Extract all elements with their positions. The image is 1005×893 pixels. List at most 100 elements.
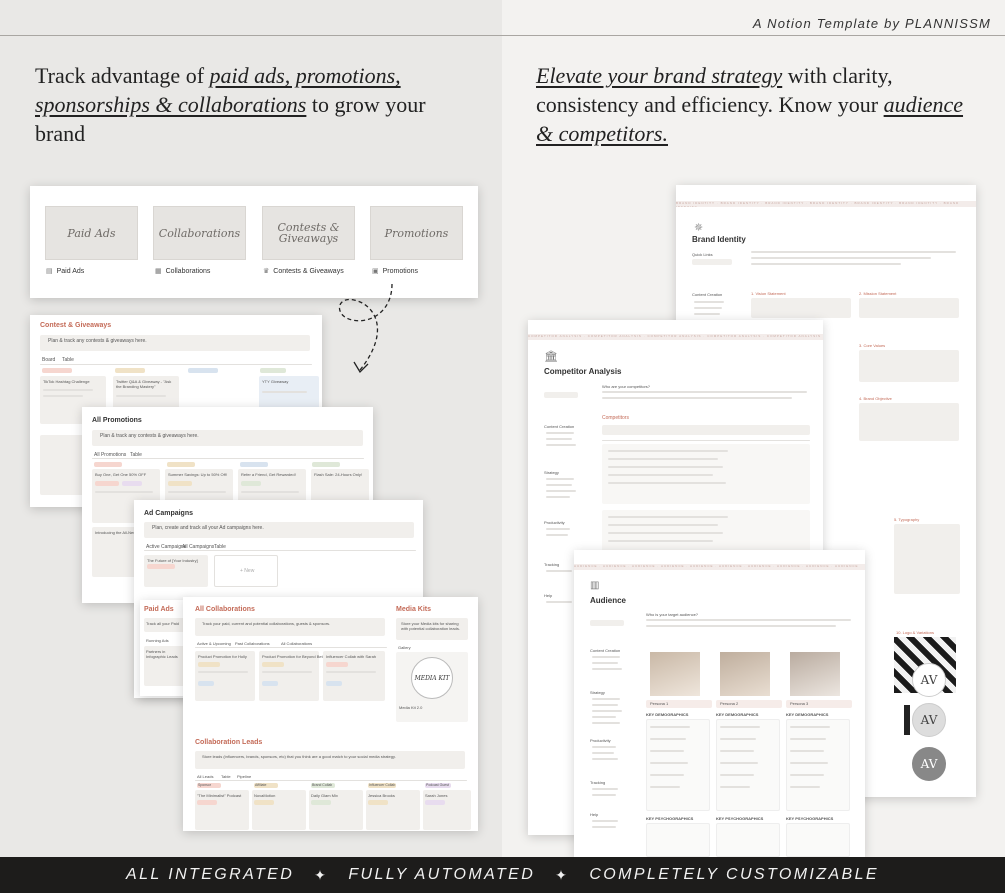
tab-running-ads[interactable]: Running Ads (146, 638, 169, 643)
sidebar-content-creation[interactable]: Content Creation (590, 648, 620, 653)
key-demographics-label: KEY DEMOGRAPHICS (786, 712, 829, 717)
top-divider (0, 35, 1005, 36)
promotion-item-title: Introducing the All-New (95, 530, 137, 535)
media-kit-name: Media Kit 2.0 (399, 705, 423, 710)
tile-contests[interactable]: Contests & Giveaways (262, 206, 355, 260)
persona-photo (720, 652, 770, 696)
tile-label-text: Collaborations (165, 267, 211, 275)
feature-all-integrated: ALL INTEGRATED (126, 866, 295, 883)
promotions-callout: Plan & track any contests & giveaways he… (100, 433, 199, 439)
persona-1-label[interactable]: Persona 1 (650, 701, 668, 706)
collab-item-title: Product Promotion for Holly (198, 654, 247, 659)
key-demographics-label: KEY DEMOGRAPHICS (646, 712, 689, 717)
feature-completely-customizable: COMPLETELY CUSTOMIZABLE (589, 866, 879, 883)
tab-table[interactable]: Table (62, 357, 74, 363)
collab-item-title: Product Promotion for Beyond Beta (262, 654, 325, 659)
tile-promotions[interactable]: Promotions (370, 206, 463, 260)
paid-ads-title: Paid Ads (144, 606, 174, 613)
section-vision: 1. Vision Statement (751, 291, 786, 296)
sidebar-tracking[interactable]: Tracking (590, 780, 605, 785)
sidebar-productivity[interactable]: Productivity (590, 738, 611, 743)
collabs-callout: Track your paid, current and potential c… (202, 621, 331, 626)
tile-paid-ads[interactable]: Paid Ads (45, 206, 138, 260)
tab-pipeline[interactable]: Pipeline (237, 774, 251, 779)
tile-script: Paid Ads (67, 226, 116, 240)
promotion-item-title: Refer a Friend, Get Rewarded! (241, 472, 296, 477)
competitors-heading: Competitors (602, 415, 629, 421)
sidebar-content-creation[interactable]: Content Creation (544, 424, 574, 429)
tile-label-text: Paid Ads (56, 267, 85, 275)
contest-item: Twitter Q&A & Giveaway - "Ask the Brandi… (116, 379, 172, 389)
leads-column-label: Brand Collab (312, 783, 333, 787)
dashed-arrow-icon (338, 283, 393, 374)
media-kits-callout: Store your Media kits for sharing with p… (401, 621, 460, 631)
tile-script: Promotions (384, 226, 449, 240)
grid-icon: ▦ (155, 268, 162, 275)
contests-title: Contest & Giveaways (40, 322, 112, 329)
trophy-icon: ♛ (263, 268, 270, 275)
key-demographics-label: KEY DEMOGRAPHICS (716, 712, 759, 717)
brand-identity-banner: BRAND IDENTITY · BRAND IDENTITY · BRAND … (676, 201, 976, 207)
section-mission: 2. Mission Statement (859, 291, 897, 296)
tile-label-text: Contests & Giveaways (273, 267, 344, 275)
section-typography: 5. Typography (894, 517, 920, 522)
section-logo-variations: 10. Logo & Variations (896, 630, 934, 635)
leads-title: Collaboration Leads (195, 739, 263, 746)
brand-identity-title: Brand Identity (692, 235, 746, 244)
tile-label-collaborations[interactable]: ▦ Collaborations (155, 267, 211, 276)
competitor-banner: COMPETITOR ANALYSIS · COMPETITOR ANALYSI… (528, 334, 823, 340)
contests-callout-text: Plan & track any contests & giveaways he… (48, 338, 147, 344)
competitor-title: Competitor Analysis (544, 367, 622, 376)
promotion-item-title: Flash Sale: 24-Hours Only! (314, 472, 363, 477)
ad-campaign-title: The Future of [Your Industry] (147, 558, 198, 563)
sidebar-strategy[interactable]: Strategy (590, 690, 605, 695)
feature-bar: ALL INTEGRATED ✦ FULLY AUTOMATED ✦ COMPL… (0, 857, 1005, 893)
key-psychographics-label: KEY PSYCHOGRAPHICS (646, 816, 694, 821)
tab-table[interactable]: Table (221, 774, 231, 779)
promotion-item-title: Summer Savings: Up to 50% Off! (168, 472, 227, 477)
sidebar-help[interactable]: Help (544, 593, 552, 598)
media-kit-logo: MEDIA KIT (411, 657, 453, 699)
tab-board[interactable]: Board (42, 357, 55, 363)
tab-all-collaborations[interactable]: All Collaborations (281, 641, 312, 646)
section-brand-objective: 4. Brand Objective (859, 396, 892, 401)
sidebar-strategy[interactable]: Strategy (544, 470, 559, 475)
tile-script: Contests & Giveaways (277, 221, 340, 245)
sidebar-productivity[interactable]: Productivity (544, 520, 565, 525)
promotions-title: All Promotions (92, 417, 142, 424)
audience-subtitle: Who is your target audience? (646, 612, 699, 617)
tab-gallery[interactable]: Gallery (398, 645, 411, 650)
leads-column-label: Affiliate (255, 783, 267, 787)
tile-collaborations[interactable]: Collaborations (153, 206, 246, 260)
tile-label-contests[interactable]: ♛ Contests & Giveaways (263, 267, 344, 276)
logo-av-icon: AV (912, 703, 946, 737)
tile-label-text: Promotions (382, 267, 419, 275)
feature-fully-automated: FULLY AUTOMATED (348, 866, 536, 883)
leads-callout: Store leads (influencers, brands, sponso… (202, 754, 396, 759)
tile-script: Collaborations (158, 226, 241, 240)
logo-av-icon: AV (912, 663, 946, 697)
competitor-subtitle: Who are your competitors? (602, 384, 651, 389)
leads-column-label: Influencer Collab (369, 783, 396, 787)
tab-active-upcoming[interactable]: Active & Upcoming (197, 641, 231, 646)
leads-column-label: Podcast Guest (426, 783, 449, 787)
tile-label-paid-ads[interactable]: ▤ Paid Ads (46, 267, 85, 276)
ads-callout: Plan, create and track all your Ad campa… (152, 525, 264, 531)
promotion-item-title: Buy One, Get One 50% OFF (95, 472, 147, 477)
star-icon: ✵ (694, 222, 704, 234)
sidebar-tracking[interactable]: Tracking (544, 562, 559, 567)
persona-3-label[interactable]: Persona 3 (790, 701, 808, 706)
tab-past-collaborations[interactable]: Past Collaborations (235, 641, 270, 646)
left-headline: Track advantage of paid ads, promotions,… (35, 61, 465, 148)
right-headline: Elevate your brand strategy with clarity… (536, 61, 976, 148)
persona-2-label[interactable]: Persona 2 (720, 701, 738, 706)
building-icon: 🏛 (544, 351, 558, 363)
headline-text: Track advantage of (35, 63, 210, 88)
ads-title: Ad Campaigns (144, 510, 194, 517)
lead-item-title: Sarah Jones (425, 793, 448, 798)
sidebar-help[interactable]: Help (590, 812, 598, 817)
tab-all-leads[interactable]: All Leads (197, 774, 213, 779)
logo-av-icon: AV (912, 747, 946, 781)
lead-item-title: NovaMotion (254, 793, 276, 798)
tile-label-promotions[interactable]: ▣ Promotions (372, 267, 419, 276)
